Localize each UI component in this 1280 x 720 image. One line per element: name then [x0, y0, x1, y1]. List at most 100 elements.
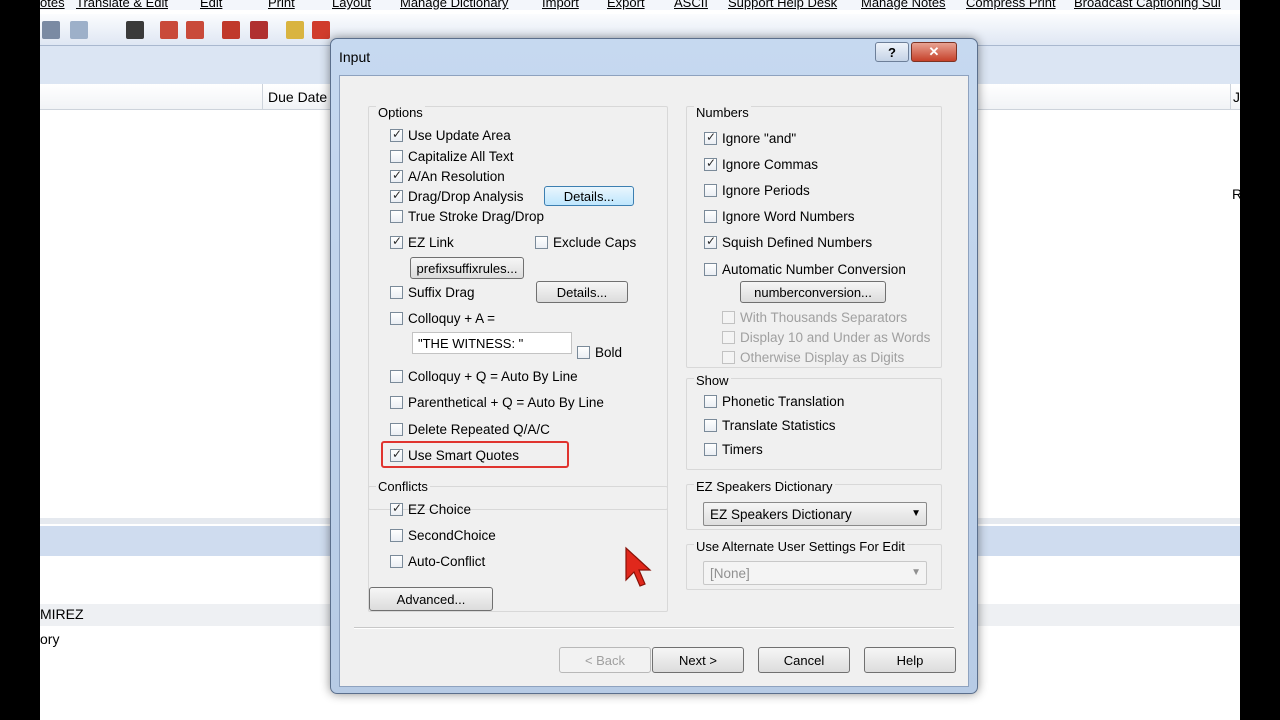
help-button[interactable]: Help: [864, 647, 956, 673]
question-icon: ?: [888, 44, 896, 60]
timers-checkbox[interactable]: Timers: [704, 442, 763, 457]
a-an-resolution-checkbox[interactable]: A/An Resolution: [390, 168, 505, 184]
translate-statistics-checkbox[interactable]: Translate Statistics: [704, 418, 836, 433]
column-header-edge[interactable]: J: [1233, 89, 1240, 105]
true-stroke-drag-drop-checkbox[interactable]: True Stroke Drag/Drop: [390, 209, 544, 224]
menu-print[interactable]: Print: [268, 0, 295, 10]
delete-repeated-checkbox[interactable]: Delete Repeated Q/A/C: [390, 422, 550, 437]
parenthetical-q-checkbox[interactable]: Parenthetical + Q = Auto By Line: [390, 395, 604, 410]
otherwise-digits-checkbox[interactable]: Otherwise Display as Digits: [722, 350, 904, 365]
menu-support-help-desk[interactable]: Support Help Desk: [728, 0, 837, 10]
checkbox-unchecked: [704, 443, 717, 456]
checkbox-checked: [704, 234, 717, 249]
suffix-drag-details-button[interactable]: Details...: [536, 281, 628, 303]
column-separator: [262, 84, 263, 110]
display-10-words-checkbox[interactable]: Display 10 and Under as Words: [722, 330, 930, 345]
back-button[interactable]: < Back: [559, 647, 651, 673]
ignore-word-numbers-checkbox[interactable]: Ignore Word Numbers: [704, 209, 855, 224]
menu-broadcast-captioning[interactable]: Broadcast Captioning Sui: [1074, 0, 1221, 10]
ignore-commas-checkbox[interactable]: Ignore Commas: [704, 156, 818, 172]
checkbox-unchecked: [577, 346, 590, 359]
show-label: Show: [694, 373, 731, 388]
menu-manage-notes[interactable]: Manage Notes: [861, 0, 946, 10]
automatic-number-conversion-checkbox[interactable]: Automatic Number Conversion: [704, 262, 906, 277]
cancel-button[interactable]: Cancel: [758, 647, 850, 673]
squish-defined-numbers-checkbox[interactable]: Squish Defined Numbers: [704, 234, 872, 250]
tool-icon[interactable]: [42, 21, 60, 39]
menu-edit[interactable]: Edit: [200, 0, 222, 10]
list-text-ory: ory: [40, 631, 60, 647]
menu-notes[interactable]: otes: [40, 0, 65, 10]
ez-choice-checkbox[interactable]: EZ Choice: [390, 501, 471, 517]
camera-icon[interactable]: [126, 21, 144, 39]
auto-conflict-checkbox[interactable]: Auto-Conflict: [390, 554, 485, 569]
numberconversion-button[interactable]: numberconversion...: [740, 281, 886, 303]
checkbox-unchecked: [390, 370, 403, 383]
with-thousands-separators-checkbox[interactable]: With Thousands Separators: [722, 310, 907, 325]
menu-compress-print[interactable]: Compress Print: [966, 0, 1056, 10]
alternate-user-dropdown[interactable]: [None] ▼: [703, 561, 927, 585]
witness-text-field[interactable]: "THE WITNESS: ": [412, 332, 572, 354]
ez-speakers-dropdown[interactable]: EZ Speakers Dictionary ▼: [703, 502, 927, 526]
dialog-client-area: Options Use Update Area Capitalize All T…: [339, 75, 969, 687]
capitalize-all-text-checkbox[interactable]: Capitalize All Text: [390, 149, 514, 164]
numbers-label: Numbers: [694, 105, 751, 120]
ignore-periods-checkbox[interactable]: Ignore Periods: [704, 183, 810, 198]
dialog-title: Input: [339, 49, 371, 65]
right-edge-text: R: [1232, 186, 1240, 202]
use-update-area-checkbox[interactable]: Use Update Area: [390, 127, 511, 143]
save-icon[interactable]: [250, 21, 268, 39]
checkbox-unchecked: [390, 150, 403, 163]
menu-manage-dictionary[interactable]: Manage Dictionary: [400, 0, 508, 10]
drag-drop-analysis-checkbox[interactable]: Drag/Drop Analysis: [390, 188, 524, 204]
colloquy-a-checkbox[interactable]: Colloquy + A =: [390, 311, 495, 326]
print-preview-icon[interactable]: [70, 21, 88, 39]
menu-translate-edit[interactable]: Translate & Edit: [76, 0, 168, 10]
left-letterbox: [0, 0, 40, 720]
colloquy-q-checkbox[interactable]: Colloquy + Q = Auto By Line: [390, 369, 578, 384]
ez-link-checkbox[interactable]: EZ Link: [390, 234, 454, 250]
checkbox-unchecked: [390, 210, 403, 223]
checkbox-unchecked: [390, 423, 403, 436]
dropdown-arrow-icon: ▼: [911, 508, 921, 519]
checkbox-unchecked: [390, 555, 403, 568]
close-title-button[interactable]: ✕: [911, 42, 957, 62]
checkbox-unchecked: [704, 210, 717, 223]
ez-speakers-label: EZ Speakers Dictionary: [694, 479, 835, 494]
checkbox-checked: [390, 168, 403, 183]
options-label: Options: [376, 105, 425, 120]
help-title-button[interactable]: ?: [875, 42, 909, 62]
dialog-titlebar[interactable]: Input ? ✕: [331, 39, 977, 75]
close-icon: ✕: [928, 44, 940, 59]
folder-up-icon[interactable]: [286, 21, 304, 39]
checkbox-unchecked: [722, 311, 735, 324]
ignore-and-checkbox[interactable]: Ignore "and": [704, 130, 796, 146]
mouse-cursor-icon: [625, 546, 652, 587]
drag-drop-details-button[interactable]: Details...: [544, 186, 634, 206]
dropdown-arrow-icon: ▼: [911, 567, 921, 578]
checkbox-unchecked: [390, 312, 403, 325]
menu-export[interactable]: Export: [607, 0, 645, 10]
checkbox-unchecked: [704, 184, 717, 197]
menu-layout[interactable]: Layout: [332, 0, 371, 10]
advanced-button[interactable]: Advanced...: [369, 587, 493, 611]
checkbox-unchecked: [390, 396, 403, 409]
suffix-drag-checkbox[interactable]: Suffix Drag: [390, 285, 475, 300]
menu-ascii[interactable]: ASCII: [674, 0, 708, 10]
checkbox-unchecked: [722, 351, 735, 364]
back-arrow-icon[interactable]: [312, 21, 330, 39]
phonetic-translation-checkbox[interactable]: Phonetic Translation: [704, 394, 844, 409]
translate-all-icon[interactable]: [186, 21, 204, 39]
translate-icon[interactable]: [160, 21, 178, 39]
second-choice-checkbox[interactable]: SecondChoice: [390, 528, 496, 543]
bold-checkbox[interactable]: Bold: [577, 345, 622, 360]
edit-icon[interactable]: [222, 21, 240, 39]
checkbox-unchecked: [390, 286, 403, 299]
next-button[interactable]: Next >: [652, 647, 744, 673]
column-separator: [1230, 84, 1231, 110]
due-date-column-header[interactable]: Due Date: [268, 89, 327, 105]
prefixsuffixrules-button[interactable]: prefixsuffixrules...: [410, 257, 524, 279]
menu-import[interactable]: Import: [542, 0, 579, 10]
exclude-caps-checkbox[interactable]: Exclude Caps: [535, 235, 636, 250]
checkbox-checked: [390, 188, 403, 203]
